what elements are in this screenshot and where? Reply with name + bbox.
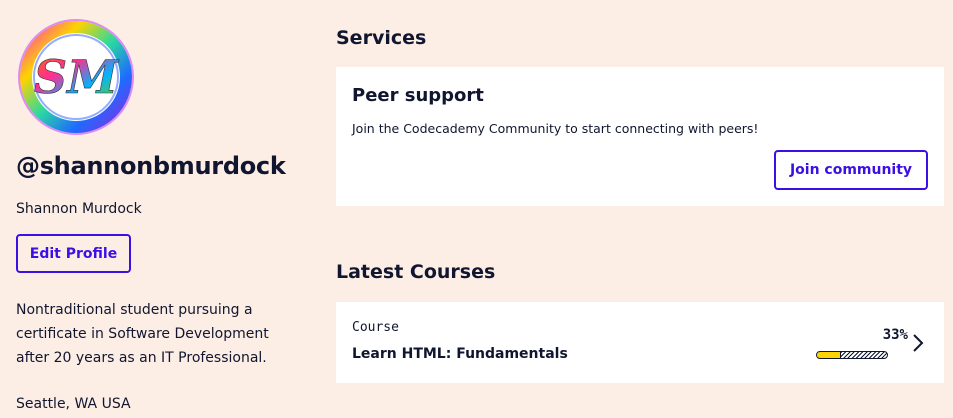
edit-profile-button[interactable]: Edit Profile xyxy=(16,234,131,273)
latest-courses-heading: Latest Courses xyxy=(336,261,496,283)
peer-support-card: Peer support Join the Codecademy Communi… xyxy=(336,67,944,206)
full-name: Shannon Murdock xyxy=(16,201,142,217)
svg-text:SM: SM xyxy=(34,50,120,104)
course-progress-bar xyxy=(816,351,888,359)
username: @shannonbmurdock xyxy=(16,152,286,180)
chevron-right-icon[interactable] xyxy=(912,333,924,353)
course-progress-percent: 33% xyxy=(882,327,908,343)
course-type-label: Course xyxy=(352,320,399,335)
peer-support-title: Peer support xyxy=(352,85,484,106)
course-name: Learn HTML: Fundamentals xyxy=(352,346,568,362)
sm-monogram-avatar-icon[interactable]: SM xyxy=(16,17,136,137)
course-card[interactable]: Course Learn HTML: Fundamentals 33% xyxy=(336,302,944,383)
peer-support-description: Join the Codecademy Community to start c… xyxy=(352,121,759,136)
course-progress-fill xyxy=(817,352,842,358)
join-community-button[interactable]: Join community xyxy=(774,150,928,190)
services-heading: Services xyxy=(336,27,427,49)
profile-location: Seattle, WA USA xyxy=(16,396,131,412)
profile-bio: Nontraditional student pursuing a certif… xyxy=(16,302,269,366)
profile-sidebar: SM @shannonbmurdock Shannon Murdock Edit… xyxy=(16,0,316,418)
